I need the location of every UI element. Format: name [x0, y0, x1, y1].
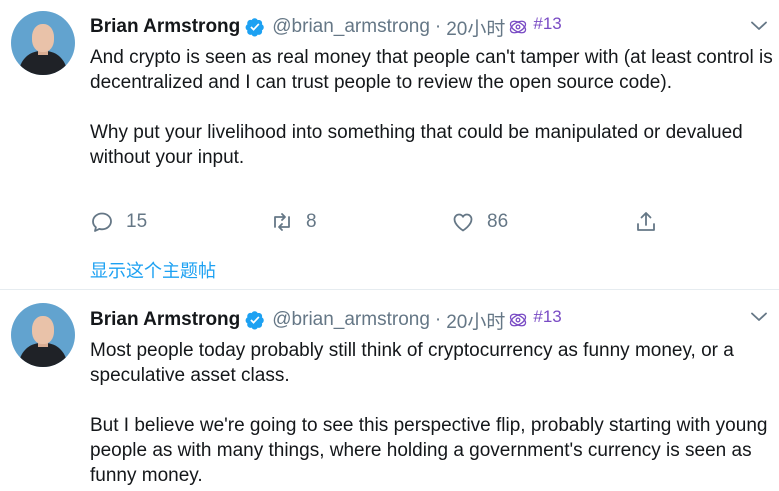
tweet-text: And crypto is seen as real money that pe…: [90, 47, 773, 168]
hashtag-label[interactable]: #13: [533, 307, 561, 327]
verified-badge-icon: [245, 18, 265, 37]
author-handle[interactable]: @brian_armstrong: [272, 16, 430, 38]
show-thread-link[interactable]: 显示这个主题帖: [90, 257, 216, 283]
hashtag-label[interactable]: #13: [533, 14, 561, 34]
share-button[interactable]: [634, 210, 670, 234]
cycle-icon: [510, 313, 527, 327]
timestamp[interactable]: 20小时: [446, 307, 505, 334]
separator: ·: [434, 16, 442, 37]
tweet-actions: 15 8 86: [90, 210, 690, 238]
reply-icon: [92, 212, 112, 232]
tweet-text: Most people today probably still think o…: [90, 340, 768, 486]
author-name[interactable]: Brian Armstrong: [90, 309, 240, 331]
reply-count: 15: [126, 211, 148, 232]
retweet-icon: [274, 213, 290, 231]
reply-button[interactable]: 15: [90, 210, 147, 234]
avatar[interactable]: [11, 11, 75, 75]
author-handle[interactable]: @brian_armstrong: [272, 309, 430, 331]
avatar[interactable]: [11, 303, 75, 367]
like-icon: [453, 213, 473, 232]
cycle-icon: [510, 20, 527, 34]
tweet-header: Brian Armstrong @brian_armstrong · 20小时 …: [90, 307, 562, 333]
like-count: 86: [487, 211, 509, 232]
retweet-count: 8: [306, 211, 317, 232]
tweet-header: Brian Armstrong @brian_armstrong · 20小时 …: [90, 14, 562, 40]
verified-badge-icon: [245, 311, 265, 330]
timestamp[interactable]: 20小时: [446, 14, 505, 41]
share-icon: [637, 212, 655, 231]
divider: [0, 289, 779, 290]
retweet-button[interactable]: 8: [270, 210, 317, 234]
chevron-down-icon[interactable]: [751, 21, 767, 31]
chevron-down-icon[interactable]: [751, 312, 767, 322]
author-name[interactable]: Brian Armstrong: [90, 16, 240, 38]
separator: ·: [434, 309, 442, 330]
like-button[interactable]: 86: [451, 210, 508, 234]
